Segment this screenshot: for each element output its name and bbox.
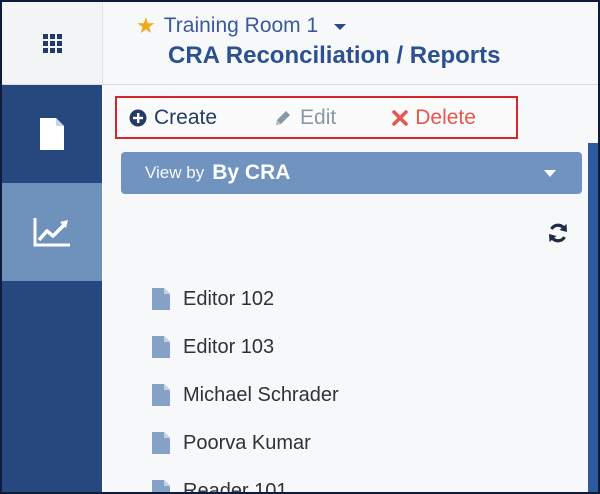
refresh-button[interactable] <box>547 222 569 244</box>
app-window: ★ Training Room 1 CRA Reconciliation / R… <box>0 0 600 494</box>
x-icon <box>392 109 409 126</box>
chart-icon <box>33 218 70 247</box>
list-item[interactable]: Reader 101 <box>151 467 551 494</box>
edit-label: Edit <box>300 105 337 129</box>
header: ★ Training Room 1 CRA Reconciliation / R… <box>2 2 598 85</box>
report-list: Editor 102 Editor 103 Michael Schrader P… <box>151 275 551 494</box>
chevron-down-icon[interactable] <box>334 24 347 30</box>
document-icon <box>152 384 170 406</box>
list-item-label: Editor 103 <box>183 335 275 358</box>
delete-button[interactable]: Delete <box>392 106 476 130</box>
document-icon <box>152 336 170 358</box>
list-item[interactable]: Editor 103 <box>151 323 551 371</box>
sidebar-item-documents[interactable] <box>2 85 102 183</box>
plus-circle-icon <box>129 109 147 126</box>
workspace-selector[interactable]: ★ Training Room 1 <box>136 12 347 40</box>
chevron-down-icon <box>544 170 556 177</box>
list-item[interactable]: Editor 102 <box>151 275 551 323</box>
sidebar-item-reports[interactable] <box>2 183 102 281</box>
view-by-dropdown[interactable]: View by By CRA <box>121 152 582 194</box>
document-icon <box>152 288 170 310</box>
apps-menu-button[interactable] <box>2 2 103 84</box>
list-item[interactable]: Poorva Kumar <box>151 419 551 467</box>
create-button[interactable]: Create <box>129 106 217 130</box>
scrollbar[interactable] <box>588 143 598 492</box>
workspace-name: Training Room 1 <box>163 14 319 37</box>
star-icon[interactable]: ★ <box>136 15 156 37</box>
main-panel: Create Edit Delete View by By CRA Editor… <box>103 85 598 494</box>
list-item-label: Reader 101 <box>183 479 288 494</box>
list-item-label: Poorva Kumar <box>183 431 311 454</box>
document-icon <box>40 118 64 150</box>
page-title: CRA Reconciliation / Reports <box>168 42 501 69</box>
grid-icon <box>42 33 62 53</box>
list-item-label: Michael Schrader <box>183 383 339 406</box>
create-label: Create <box>154 105 218 129</box>
sidebar <box>2 85 102 492</box>
action-toolbar: Create Edit Delete <box>115 96 518 139</box>
delete-label: Delete <box>415 105 476 129</box>
view-by-label: View by <box>145 163 205 182</box>
edit-button[interactable]: Edit <box>273 106 336 130</box>
view-by-value: By CRA <box>212 161 291 184</box>
refresh-icon <box>549 223 567 243</box>
pencil-icon <box>276 110 291 125</box>
document-icon <box>152 480 170 492</box>
list-item[interactable]: Michael Schrader <box>151 371 551 419</box>
document-icon <box>152 432 170 454</box>
list-item-label: Editor 102 <box>183 287 275 310</box>
